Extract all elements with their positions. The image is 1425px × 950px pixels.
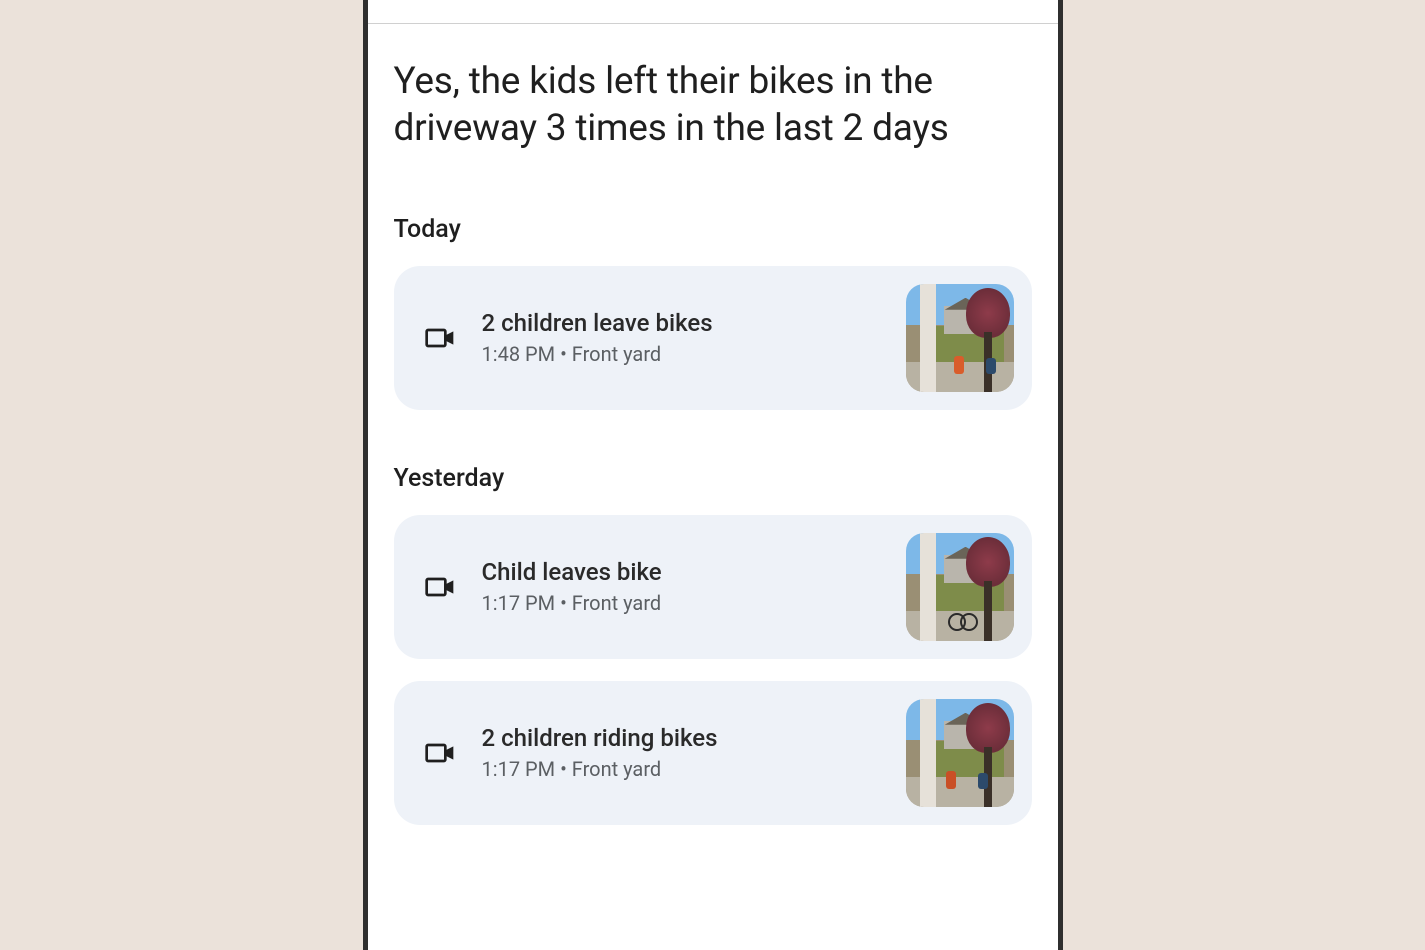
event-title: Child leaves bike (482, 558, 906, 586)
event-title: 2 children leave bikes (482, 309, 906, 337)
event-card[interactable]: 2 children riding bikes 1:17 PM • Front … (394, 681, 1032, 825)
event-thumbnail (906, 533, 1014, 641)
event-text-block: 2 children riding bikes 1:17 PM • Front … (482, 724, 906, 781)
device-frame: Yes, the kids left their bikes in the dr… (363, 0, 1063, 950)
video-camera-icon (420, 318, 460, 358)
event-text-block: 2 children leave bikes 1:48 PM • Front y… (482, 309, 906, 366)
event-time: 1:17 PM (482, 591, 556, 615)
event-meta: 1:48 PM • Front yard (482, 342, 906, 366)
event-meta: 1:17 PM • Front yard (482, 757, 906, 781)
section-header-yesterday: Yesterday (394, 464, 1032, 493)
event-time: 1:17 PM (482, 757, 556, 781)
meta-separator: • (555, 757, 572, 781)
event-card[interactable]: 2 children leave bikes 1:48 PM • Front y… (394, 266, 1032, 410)
event-thumbnail (906, 284, 1014, 392)
summary-answer: Yes, the kids left their bikes in the dr… (394, 58, 1032, 153)
event-title: 2 children riding bikes (482, 724, 906, 752)
video-camera-icon (420, 567, 460, 607)
event-location: Front yard (572, 757, 661, 781)
event-card[interactable]: Child leaves bike 1:17 PM • Front yard (394, 515, 1032, 659)
status-bar (368, 0, 1058, 24)
event-text-block: Child leaves bike 1:17 PM • Front yard (482, 558, 906, 615)
main-content: Yes, the kids left their bikes in the dr… (368, 24, 1058, 825)
video-camera-icon (420, 733, 460, 773)
meta-separator: • (555, 591, 572, 615)
event-location: Front yard (572, 591, 661, 615)
meta-separator: • (555, 342, 572, 366)
event-location: Front yard (572, 342, 661, 366)
event-meta: 1:17 PM • Front yard (482, 591, 906, 615)
section-header-today: Today (394, 215, 1032, 244)
event-time: 1:48 PM (482, 342, 556, 366)
event-thumbnail (906, 699, 1014, 807)
